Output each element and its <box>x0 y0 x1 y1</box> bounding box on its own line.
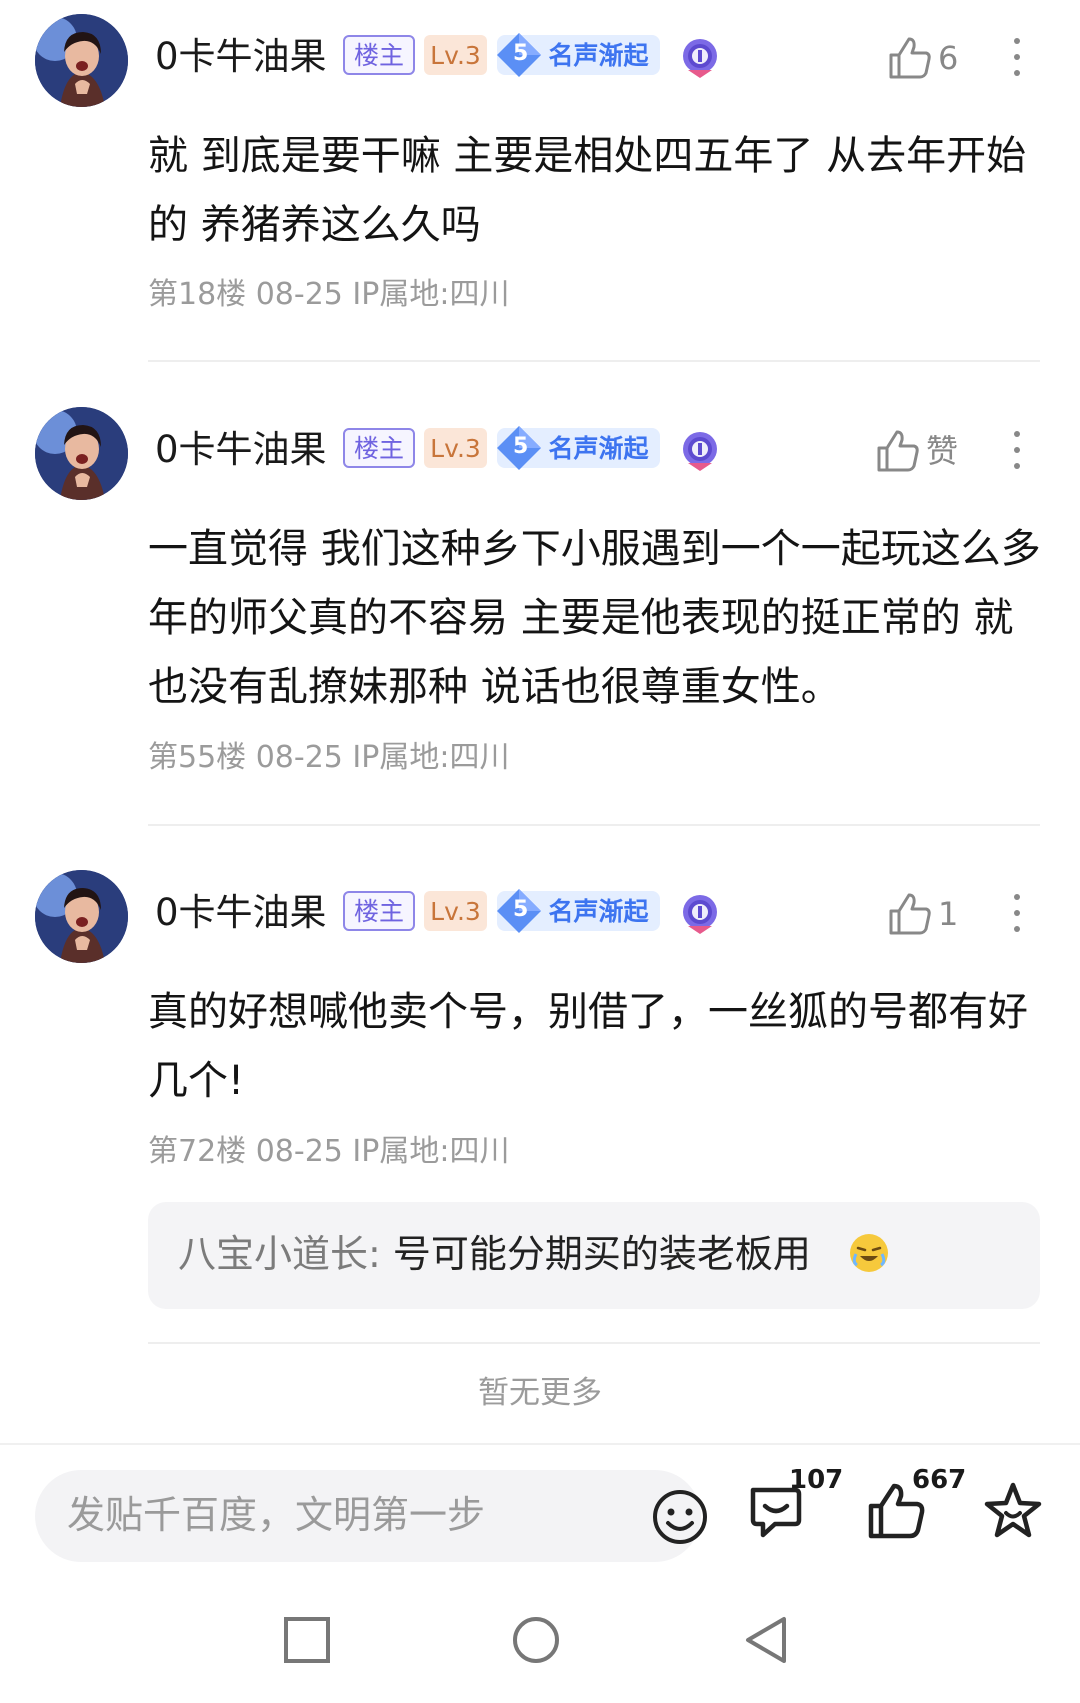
avatar[interactable] <box>35 14 128 107</box>
avatar[interactable] <box>35 870 128 963</box>
like-count: 1 <box>938 895 959 933</box>
medal-icon[interactable] <box>680 429 720 473</box>
level-badge: Lv.3 <box>424 428 487 468</box>
system-nav-bar <box>0 1575 1080 1703</box>
smiley-icon[interactable] <box>650 1487 710 1547</box>
reputation-level: 5 <box>513 897 529 922</box>
username[interactable]: 0卡牛油果 <box>155 38 327 75</box>
reputation-title: 名声渐起 <box>548 896 649 926</box>
avatar[interactable] <box>35 407 128 500</box>
like-count: 6 <box>938 39 959 77</box>
username[interactable]: 0卡牛油果 <box>155 894 327 931</box>
reputation-level: 5 <box>513 41 529 66</box>
reply-input-placeholder: 发贴千百度，文明第一步 <box>67 1493 486 1537</box>
username[interactable]: 0卡牛油果 <box>155 431 327 468</box>
more-vertical-icon[interactable] <box>1012 37 1022 77</box>
like-total-count: 667 <box>912 1465 967 1495</box>
post-meta: 第18楼 08-25 IP属地:四川 <box>148 277 510 312</box>
sub-reply-text: 八宝小道长: 号可能分期买的装老板用 <box>178 1235 811 1273</box>
reputation-level: 5 <box>513 434 529 459</box>
home-icon[interactable] <box>511 1615 561 1665</box>
sub-reply-content: 号可能分期买的装老板用 <box>380 1232 811 1276</box>
post-meta: 第72楼 08-25 IP属地:四川 <box>148 1134 510 1169</box>
post-meta: 第55楼 08-25 IP属地:四川 <box>148 740 510 775</box>
reputation-badge[interactable]: 5 名声渐起 <box>497 426 660 470</box>
recent-apps-icon[interactable] <box>282 1615 332 1665</box>
bottom-action-bar: 发贴千百度，文明第一步 107 667 <box>0 1443 1080 1573</box>
owner-badge: 楼主 <box>343 428 415 468</box>
divider <box>148 1342 1040 1344</box>
reputation-title: 名声渐起 <box>548 433 649 463</box>
divider <box>148 824 1040 826</box>
thumb-up-icon[interactable] <box>887 891 933 937</box>
sub-reply[interactable]: 八宝小道长: 号可能分期买的装老板用 <box>148 1202 1040 1309</box>
reputation-badge[interactable]: 5 名声渐起 <box>497 889 660 933</box>
post-content: 真的好想喊他卖个号，别借了，一丝狐的号都有好几个! <box>148 989 1028 1104</box>
divider <box>148 360 1040 362</box>
sub-reply-author[interactable]: 八宝小道长: <box>178 1232 381 1276</box>
owner-badge: 楼主 <box>343 891 415 931</box>
thumb-up-icon[interactable] <box>887 35 933 81</box>
more-vertical-icon[interactable] <box>1012 893 1022 933</box>
level-badge: Lv.3 <box>424 891 487 931</box>
like-label: 赞 <box>926 432 959 470</box>
owner-badge: 楼主 <box>343 35 415 75</box>
reputation-title: 名声渐起 <box>548 40 649 70</box>
medal-icon[interactable] <box>680 892 720 936</box>
post-content: 一直觉得 我们这种乡下小服遇到一个一起玩这么多年的师父真的不容易 主要是他表现的… <box>148 526 1041 710</box>
post-content: 就 到底是要干嘛 主要是相处四五年了 从去年开始的 养猪养这么久吗 <box>148 133 1027 248</box>
medal-icon[interactable] <box>680 36 720 80</box>
reputation-badge[interactable]: 5 名声渐起 <box>497 33 660 77</box>
back-icon[interactable] <box>742 1615 792 1665</box>
comment-count: 107 <box>789 1465 844 1495</box>
no-more-label: 暂无更多 <box>478 1375 602 1411</box>
star-icon[interactable] <box>982 1480 1044 1542</box>
level-badge: Lv.3 <box>424 35 487 75</box>
laugh-cry-emoji-icon <box>850 1234 888 1272</box>
more-vertical-icon[interactable] <box>1012 430 1022 470</box>
thumb-up-icon[interactable] <box>875 428 921 474</box>
reply-input[interactable]: 发贴千百度，文明第一步 <box>35 1470 707 1562</box>
